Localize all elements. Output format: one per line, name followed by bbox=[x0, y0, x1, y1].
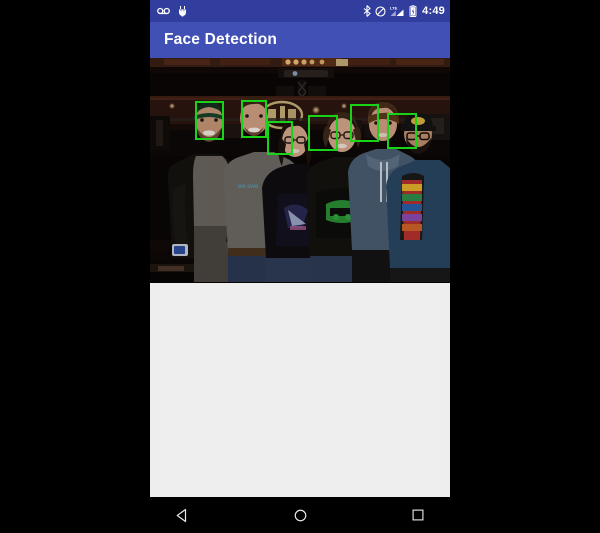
status-bar-left-icons bbox=[157, 5, 188, 17]
face-box bbox=[387, 113, 417, 149]
battery-icon bbox=[409, 5, 417, 17]
status-bar-clock: 4:49 bbox=[422, 4, 445, 17]
face-box bbox=[350, 104, 379, 142]
detected-image-view[interactable]: we love bbox=[150, 58, 450, 283]
face-box bbox=[195, 101, 224, 140]
android-debug-icon bbox=[177, 5, 188, 17]
home-circle-icon bbox=[294, 509, 306, 521]
navigation-bar bbox=[150, 497, 450, 533]
bluetooth-icon bbox=[363, 5, 371, 17]
back-button[interactable] bbox=[150, 497, 224, 533]
back-triangle-icon bbox=[176, 508, 186, 522]
lte-signal-icon: LTE bbox=[390, 5, 405, 17]
phone-screen: LTE 4:49 Face Detection we love bbox=[150, 0, 450, 533]
app-bar: Face Detection bbox=[150, 22, 450, 58]
status-bar-right-icons: LTE 4:49 bbox=[363, 5, 445, 17]
face-box bbox=[308, 115, 338, 151]
face-box bbox=[267, 121, 293, 155]
status-bar: LTE 4:49 bbox=[150, 0, 450, 22]
recents-square-icon bbox=[412, 509, 424, 521]
svg-text:LTE: LTE bbox=[390, 6, 398, 11]
recents-button[interactable] bbox=[376, 497, 450, 533]
do-not-disturb-icon bbox=[375, 5, 386, 17]
app-title: Face Detection bbox=[164, 31, 278, 48]
content-panel bbox=[150, 283, 450, 497]
home-button[interactable] bbox=[258, 497, 342, 533]
face-box bbox=[241, 100, 267, 138]
voicemail-icon bbox=[157, 6, 170, 16]
group-photo: we love bbox=[150, 58, 450, 283]
